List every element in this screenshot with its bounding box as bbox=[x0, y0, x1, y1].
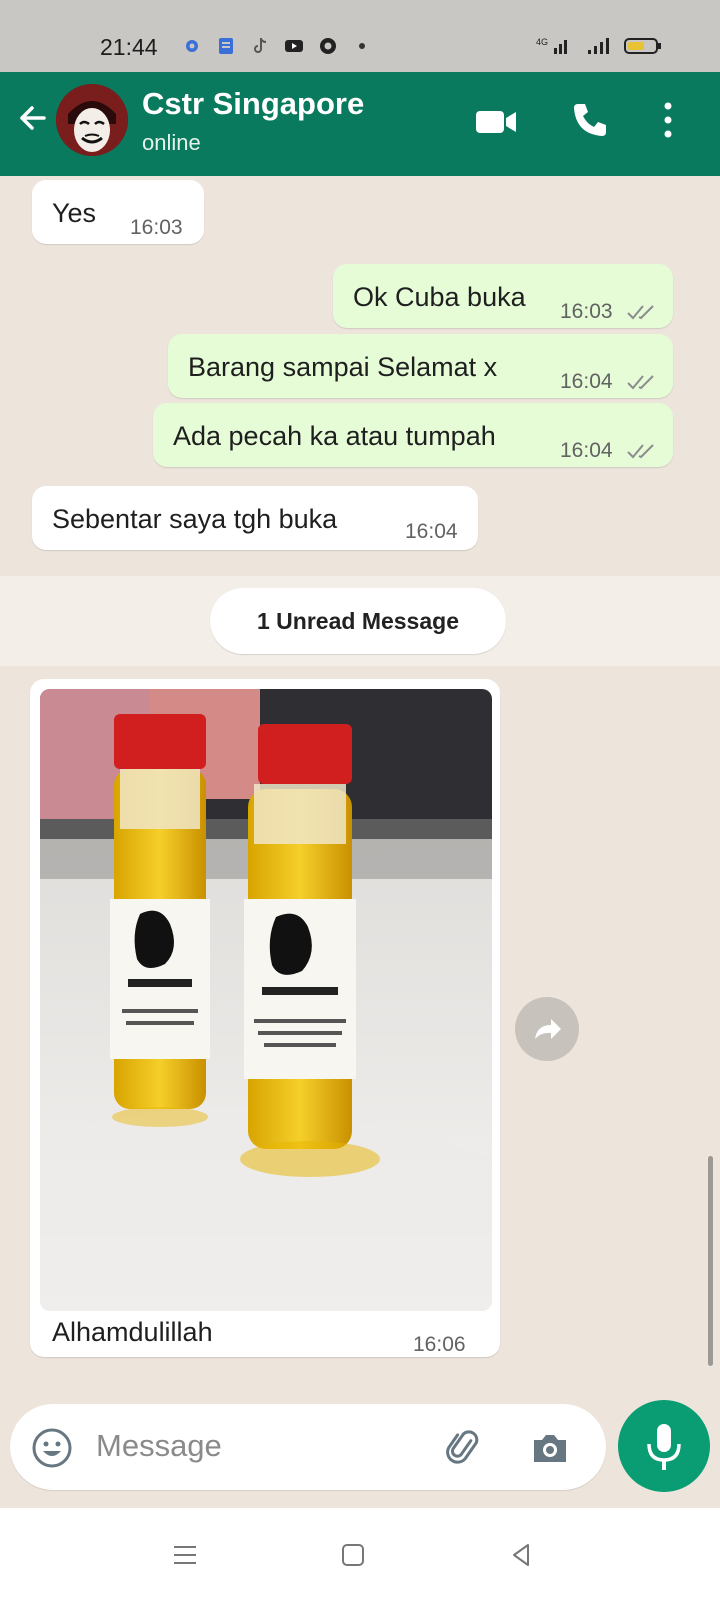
document-icon bbox=[219, 38, 233, 54]
video-call-icon[interactable] bbox=[474, 104, 518, 140]
message-time: 16:06 bbox=[413, 1333, 466, 1356]
forward-button[interactable] bbox=[515, 997, 579, 1061]
read-receipt-icon bbox=[627, 305, 654, 320]
more-options-icon[interactable] bbox=[660, 100, 676, 140]
product-bottles-photo bbox=[40, 689, 492, 1311]
phone-call-icon[interactable] bbox=[570, 100, 610, 140]
message-photo[interactable] bbox=[40, 689, 492, 1311]
message-bubble-outgoing[interactable]: Ada pecah ka atau tumpah 16:04 bbox=[153, 403, 673, 467]
message-input[interactable]: Message bbox=[96, 1428, 222, 1464]
back-arrow-icon[interactable] bbox=[14, 98, 54, 138]
chrome-icon bbox=[320, 38, 336, 54]
chat-header: Cstr Singapore online bbox=[0, 72, 720, 176]
message-time: 16:04 bbox=[560, 370, 613, 393]
contact-status: online bbox=[142, 130, 201, 155]
photo-message-bubble[interactable]: Alhamdulillah 16:06 bbox=[30, 679, 500, 1357]
contact-avatar[interactable] bbox=[56, 84, 128, 156]
message-text: Ok Cuba buka bbox=[353, 282, 526, 312]
battery-icon bbox=[624, 38, 661, 54]
message-bubble-incoming[interactable]: Yes 16:03 bbox=[32, 180, 204, 244]
camera-icon[interactable] bbox=[528, 1426, 572, 1470]
message-text: Yes bbox=[52, 198, 97, 228]
voice-message-button[interactable] bbox=[618, 1400, 710, 1492]
more-notifications-icon bbox=[359, 43, 365, 49]
tiktok-icon bbox=[254, 38, 267, 53]
youtube-icon bbox=[285, 40, 303, 52]
message-time: 16:03 bbox=[130, 216, 183, 239]
message-time: 16:03 bbox=[560, 300, 613, 323]
chat-area[interactable]: Yes 16:03 Ok Cuba buka 16:03 Barang samp… bbox=[0, 176, 720, 1406]
microphone-icon bbox=[647, 1424, 681, 1470]
attachment-icon[interactable] bbox=[442, 1426, 486, 1470]
contact-name[interactable]: Cstr Singapore bbox=[142, 86, 364, 122]
read-receipt-icon bbox=[627, 375, 654, 390]
read-receipt-icon bbox=[627, 444, 654, 459]
status-bar: 21:44 4G bbox=[0, 0, 720, 72]
message-bubble-outgoing[interactable]: Barang sampai Selamat x 16:04 bbox=[168, 334, 673, 398]
system-indicators: 4G bbox=[536, 36, 662, 56]
mask-avatar-image bbox=[56, 84, 128, 156]
message-text: Sebentar saya tgh buka bbox=[52, 504, 338, 534]
message-time: 16:04 bbox=[405, 520, 458, 543]
forward-icon bbox=[535, 1019, 561, 1039]
message-text: Ada pecah ka atau tumpah bbox=[173, 421, 496, 451]
message-bubble-incoming[interactable]: Sebentar saya tgh buka 16:04 bbox=[32, 486, 478, 550]
message-text: Barang sampai Selamat x bbox=[188, 352, 498, 382]
unread-label: 1 Unread Message bbox=[257, 608, 459, 634]
home-icon[interactable] bbox=[338, 1540, 368, 1570]
unread-messages-badge: 1 Unread Message bbox=[210, 588, 506, 654]
photo-caption: Alhamdulillah bbox=[52, 1317, 213, 1347]
message-time: 16:04 bbox=[560, 439, 613, 462]
message-bubble-outgoing[interactable]: Ok Cuba buka 16:03 bbox=[333, 264, 673, 328]
settings-icon bbox=[186, 40, 198, 52]
notification-icons bbox=[182, 36, 372, 56]
signal-4g-icon: 4G bbox=[536, 37, 567, 54]
back-nav-icon[interactable] bbox=[506, 1540, 536, 1570]
message-input-bar[interactable]: Message bbox=[10, 1404, 606, 1490]
signal-icon bbox=[588, 38, 609, 54]
chat-scrollbar[interactable] bbox=[708, 1156, 713, 1366]
svg-text:4G: 4G bbox=[536, 37, 548, 47]
emoji-icon[interactable] bbox=[30, 1426, 74, 1470]
system-navigation-bar bbox=[0, 1508, 720, 1599]
menu-icon[interactable] bbox=[170, 1540, 200, 1570]
status-time: 21:44 bbox=[100, 34, 158, 60]
